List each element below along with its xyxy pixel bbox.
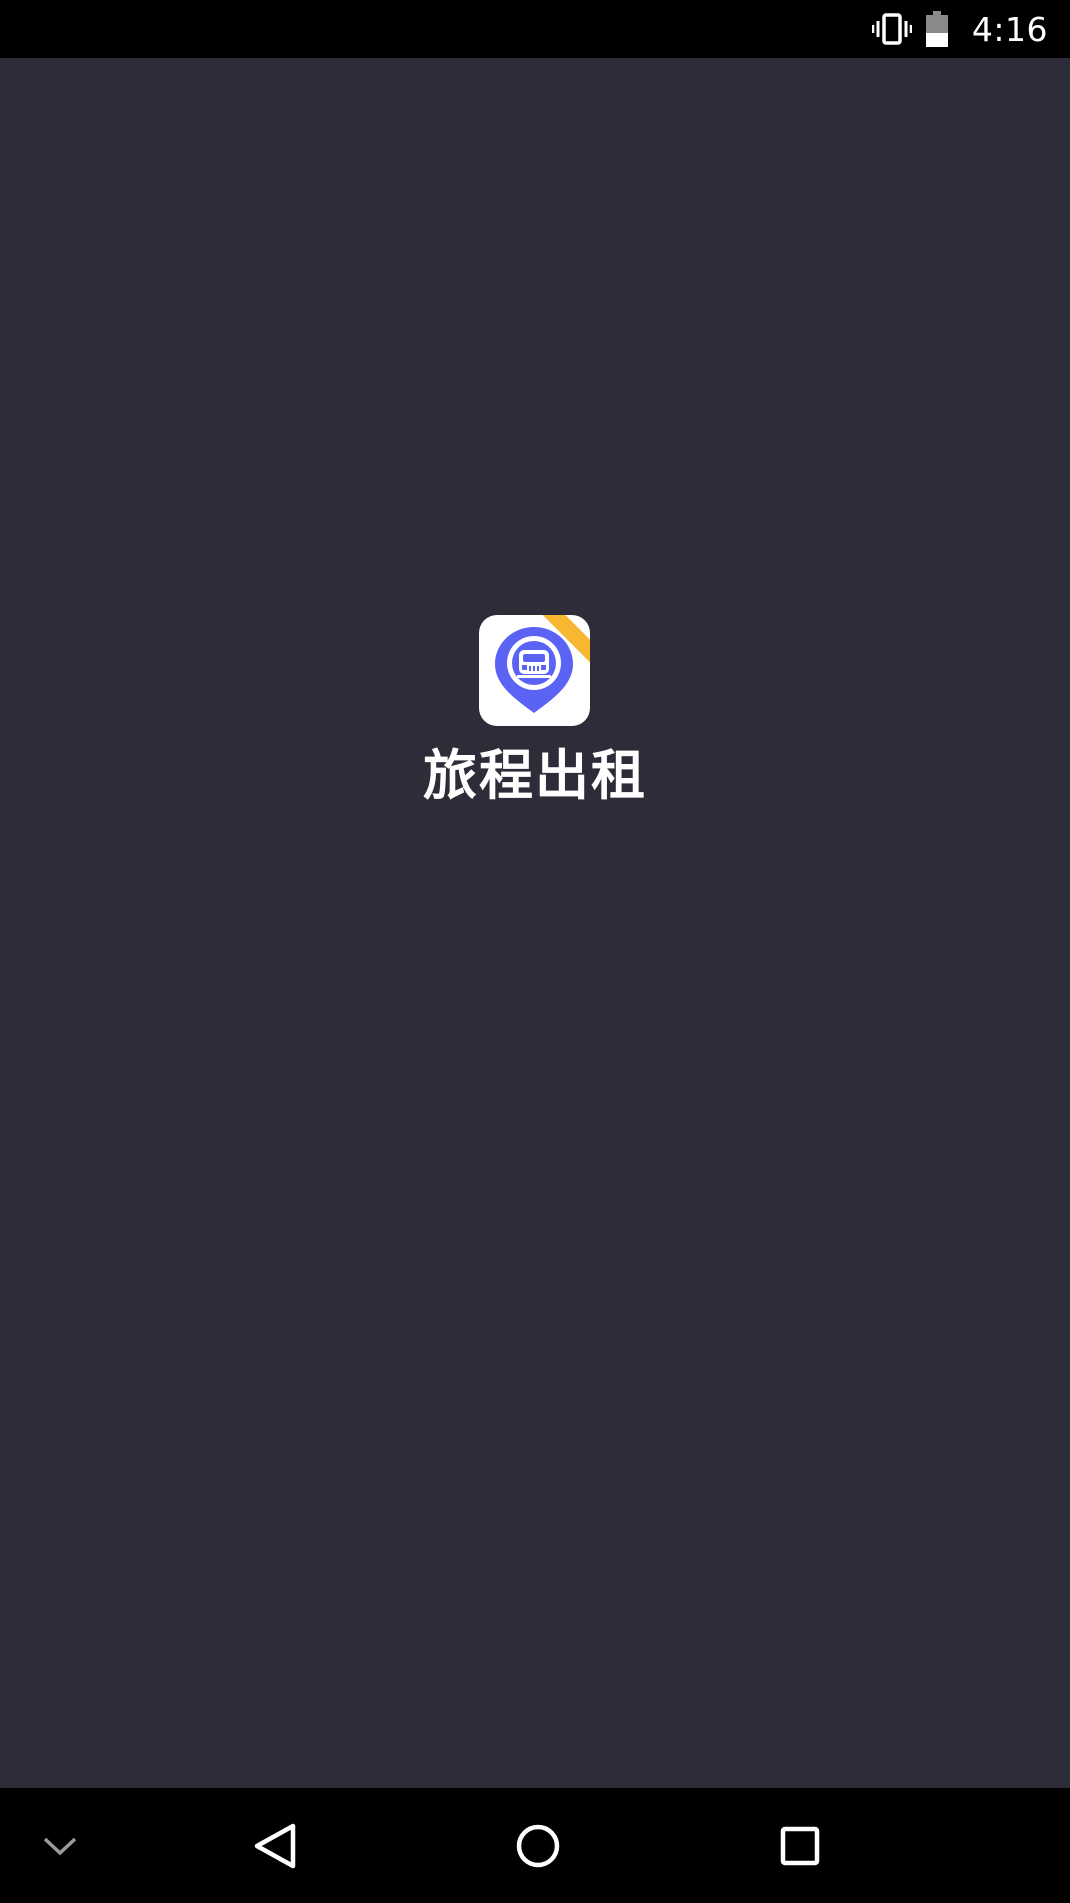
splash-screen: 旅程出租 bbox=[0, 58, 1070, 1788]
app-name: 旅程出租 bbox=[423, 744, 647, 807]
home-button[interactable] bbox=[498, 1788, 578, 1903]
taxi-location-pin-icon bbox=[495, 627, 573, 713]
chevron-down-icon bbox=[43, 1837, 77, 1855]
battery-icon bbox=[925, 11, 948, 47]
recents-icon bbox=[780, 1826, 820, 1865]
navigation-bar bbox=[0, 1788, 1070, 1903]
app-logo bbox=[479, 615, 590, 726]
status-bar: 4:16 bbox=[0, 0, 1070, 58]
hide-keyboard-button[interactable] bbox=[28, 1788, 92, 1903]
home-icon bbox=[516, 1824, 560, 1867]
status-icons: 4:16 bbox=[871, 0, 1048, 58]
recents-button[interactable] bbox=[760, 1788, 840, 1903]
back-button[interactable] bbox=[235, 1788, 315, 1903]
vibrate-icon bbox=[871, 12, 912, 46]
screen: 4:16 旅程出租 bbox=[0, 0, 1070, 1903]
back-icon bbox=[254, 1823, 296, 1868]
status-time: 4:16 bbox=[971, 9, 1048, 49]
